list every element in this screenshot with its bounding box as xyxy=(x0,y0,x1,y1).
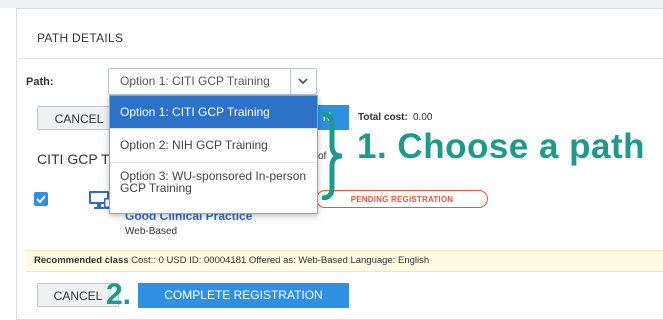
course-format: Web-Based xyxy=(125,226,178,237)
recommended-details: Cost:: 0 USD ID: 00004181 Offered as: We… xyxy=(131,255,430,266)
select-separator xyxy=(290,69,291,94)
path-dropdown: Option 1: CITI GCP Training Option 2: NI… xyxy=(109,95,318,214)
recommended-label: Recommended class xyxy=(34,255,129,266)
dropdown-option-3[interactable]: Option 3: WU-sponsored In-person GCP Tra… xyxy=(110,170,317,210)
curly-brace xyxy=(321,112,343,200)
dropdown-option-2[interactable]: Option 2: NIH GCP Training xyxy=(110,129,317,161)
checkbox-checked-icon[interactable] xyxy=(34,192,48,206)
dropdown-separator xyxy=(110,162,317,163)
path-select-value: Option 1: CITI GCP Training xyxy=(120,74,270,88)
top-strip xyxy=(0,0,663,8)
panel-title: PATH DETAILS xyxy=(37,31,124,45)
path-select[interactable]: Option 1: CITI GCP Training xyxy=(108,68,317,95)
dropdown-option-1[interactable]: Option 1: CITI GCP Training xyxy=(110,96,317,128)
annotation-step-2: 2. xyxy=(106,278,132,311)
chevron-down-icon[interactable] xyxy=(294,72,312,90)
course-title: CITI GCP T xyxy=(37,151,110,167)
recommended-class-bar: Recommended class Cost:: 0 USD ID: 00004… xyxy=(26,250,663,272)
app-frame: PATH DETAILS Path: Option 1: CITI GCP Tr… xyxy=(0,0,663,320)
annotation-step-1: 1. Choose a path xyxy=(357,127,646,166)
total-cost-value: 0.00 xyxy=(413,112,433,123)
total-cost-label: Total cost: xyxy=(358,112,408,123)
divider xyxy=(16,58,663,59)
path-label: Path: xyxy=(26,76,54,88)
complete-registration-button[interactable]: COMPLETE REGISTRATION xyxy=(138,283,349,308)
